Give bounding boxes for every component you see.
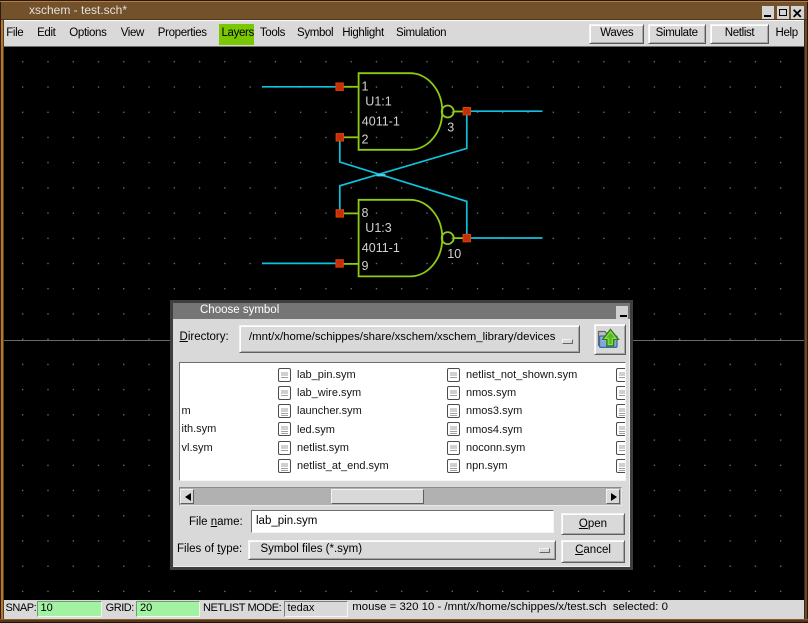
svg-text:4011-1: 4011-1 [362, 114, 400, 128]
svg-text:2: 2 [362, 133, 369, 147]
svg-text:U1:1: U1:1 [365, 94, 391, 108]
svg-text:3: 3 [447, 120, 454, 134]
svg-text:8: 8 [362, 206, 369, 220]
svg-text:9: 9 [362, 259, 369, 273]
svg-text:4011-1: 4011-1 [362, 241, 400, 255]
svg-text:U1:3: U1:3 [365, 221, 391, 235]
svg-text:10: 10 [447, 247, 461, 261]
svg-text:1: 1 [362, 80, 369, 94]
